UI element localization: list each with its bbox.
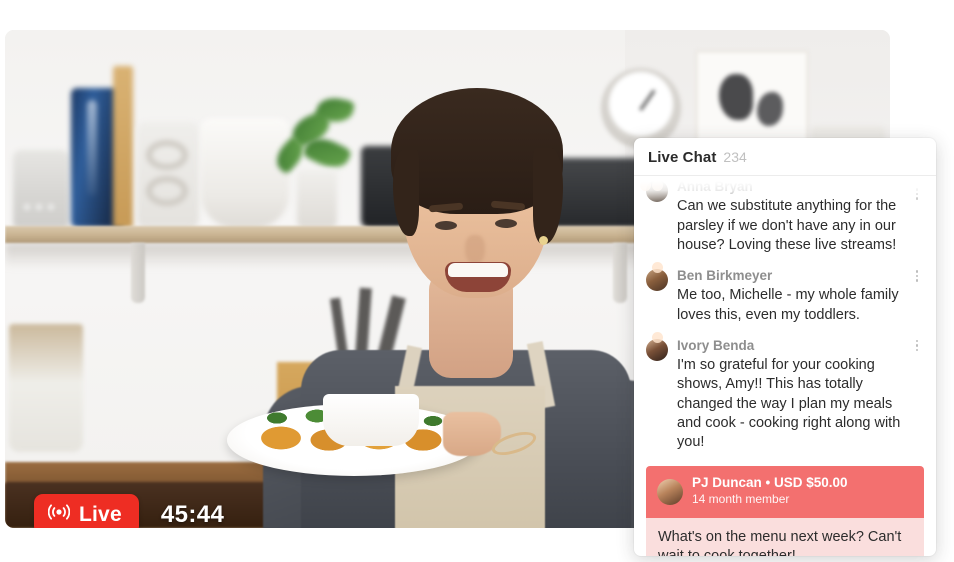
kitchen-towel-prop — [9, 324, 83, 452]
chat-message-author: Ivory Benda — [677, 337, 755, 353]
kebab-menu-icon[interactable] — [910, 339, 924, 352]
kebab-menu-icon[interactable] — [910, 188, 924, 200]
live-chat-header: Live Chat 234 — [634, 138, 936, 176]
live-chat-title: Live Chat — [648, 149, 717, 166]
avatar — [646, 262, 668, 292]
jar-highlight-prop — [21, 200, 63, 214]
chat-message-text: I'm so grateful for your cooking shows, … — [677, 357, 901, 451]
chat-message-text: Me too, Michelle - my whole family loves… — [677, 287, 899, 323]
person-eye-right — [495, 219, 517, 228]
stacked-cups-prop — [137, 122, 199, 228]
person-earring — [539, 236, 548, 245]
glass-jar-prop — [13, 150, 69, 228]
donation-membership-duration: 14 month member — [692, 492, 790, 507]
live-status-overlay: Live 45:44 — [34, 494, 224, 528]
live-badge-label: Live — [79, 503, 122, 526]
live-chat-viewer-count: 234 — [723, 149, 747, 165]
wall-clock-prop — [601, 68, 681, 148]
donation-card-header: PJ Duncan • USD $50.00 14 month member — [639, 180, 924, 518]
chat-message-text: Can we substitute anything for the parsl… — [677, 198, 897, 253]
plant-pot-prop — [297, 170, 337, 228]
chat-message-author: Anna Bryan — [677, 179, 753, 194]
chat-message[interactable]: Ben Birkmeyer Me too, Michelle - my whol… — [646, 258, 924, 328]
chat-message-author: Ben Birkmeyer — [677, 268, 773, 284]
wooden-board-prop — [113, 66, 133, 228]
chat-message[interactable]: Anna Bryan Can we substitute anything fo… — [646, 176, 924, 258]
white-bowl-on-plate — [323, 394, 419, 446]
stream-timer: 45:44 — [160, 500, 225, 528]
live-badge[interactable]: Live — [34, 494, 139, 528]
person-teeth — [448, 263, 508, 277]
avatar — [646, 331, 668, 361]
live-chat-panel[interactable]: Live Chat 234 Anna Bryan Can we substitu… — [634, 138, 936, 556]
avatar — [639, 180, 683, 505]
person-smile — [445, 262, 511, 292]
wall-art-shape-one — [719, 74, 753, 120]
white-bowl-shelf-prop — [201, 118, 289, 228]
shelf-bracket-left — [131, 243, 145, 303]
chat-message-scroll-area[interactable]: Anna Bryan Can we substitute anything fo… — [634, 176, 936, 556]
broadcast-icon — [47, 503, 71, 526]
chat-message-list: Anna Bryan Can we substitute anything fo… — [634, 176, 936, 455]
donation-donor-and-amount: PJ Duncan • USD $50.00 — [692, 475, 848, 491]
person-eye-left — [435, 221, 457, 230]
chat-message[interactable]: Ivory Benda I'm so grateful for your coo… — [646, 328, 924, 456]
kebab-menu-icon[interactable] — [910, 270, 924, 282]
donation-message-text: What's on the menu next week? Can't wait… — [646, 517, 924, 556]
person-nose — [465, 235, 485, 265]
donation-message-card[interactable]: PJ Duncan • USD $50.00 14 month member W… — [639, 180, 924, 556]
shelf-bracket-right — [613, 243, 627, 303]
